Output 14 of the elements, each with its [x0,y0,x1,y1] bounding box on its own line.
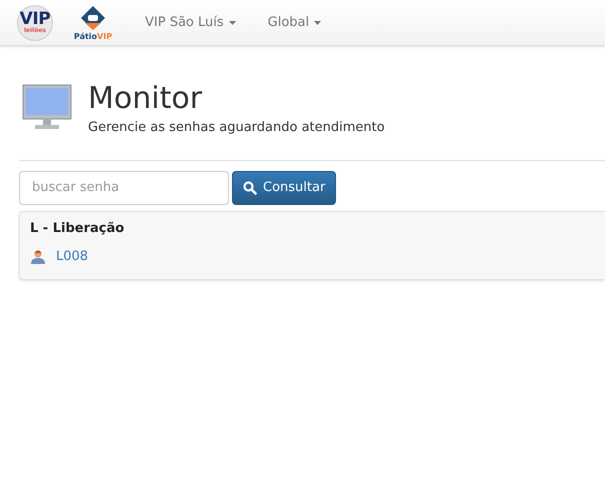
nav-menu[interactable]: Global [256,12,334,32]
page-subtitle: Gerencie as senhas aguardando atendimento [88,119,385,137]
monitor-icon [22,84,72,130]
caret-icon [228,20,236,24]
person-icon [30,249,46,264]
ticket-link[interactable]: L008 [56,247,88,266]
patio-logo[interactable]: PátioVIP [73,2,113,42]
caret-icon [314,20,322,24]
search-icon [243,180,257,194]
search-field[interactable]: buscar senha [19,170,229,204]
page-title: Monitor [88,84,204,114]
search-button[interactable]: Consultar [232,170,336,204]
nav-menu[interactable]: VIP São Luís [133,12,248,32]
queue-title: L - Liberação [30,220,126,238]
